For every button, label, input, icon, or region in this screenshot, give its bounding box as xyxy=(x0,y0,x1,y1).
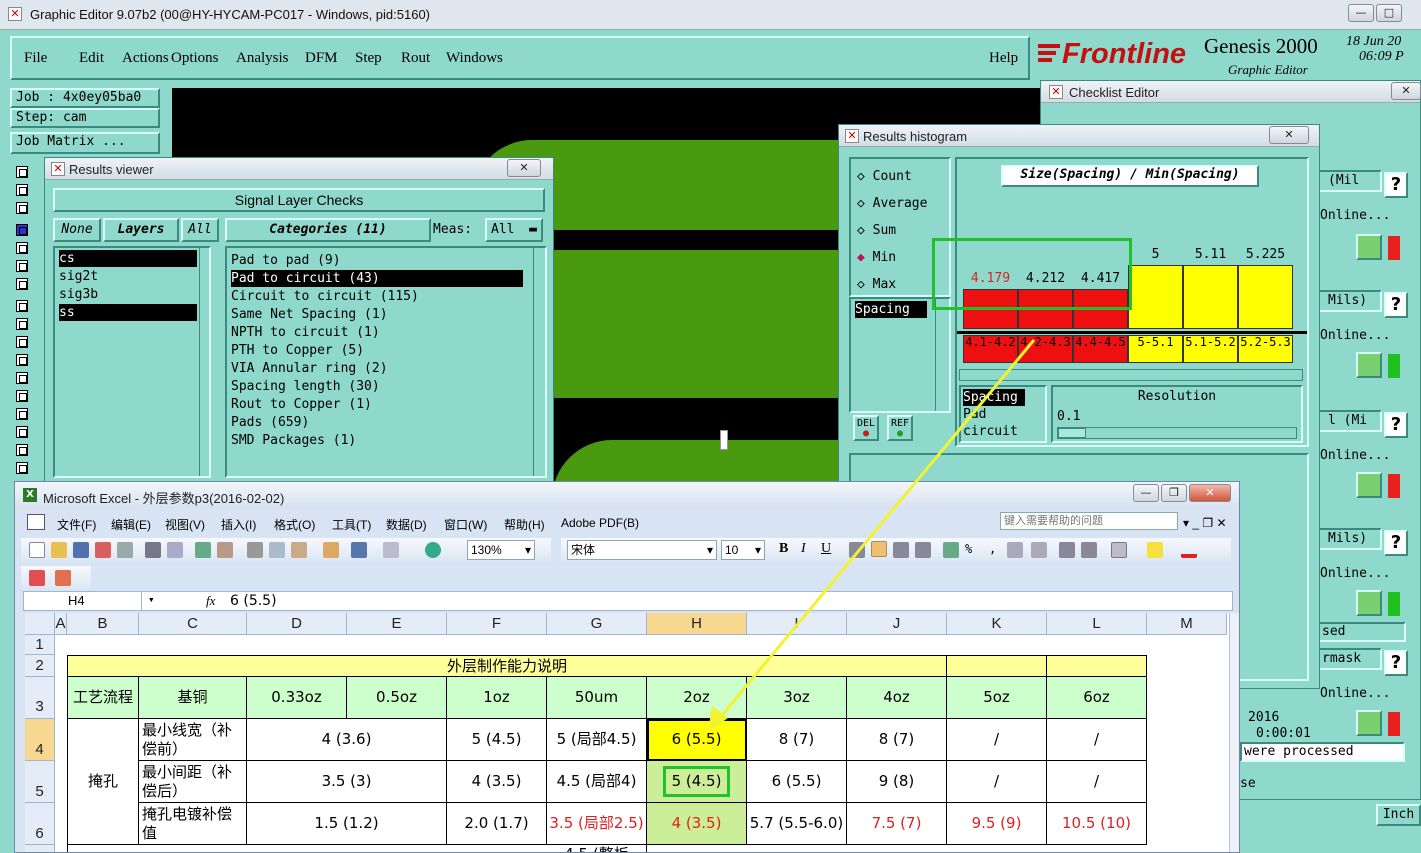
annotation-arrow xyxy=(708,339,1036,732)
arrow-line xyxy=(716,339,1036,721)
